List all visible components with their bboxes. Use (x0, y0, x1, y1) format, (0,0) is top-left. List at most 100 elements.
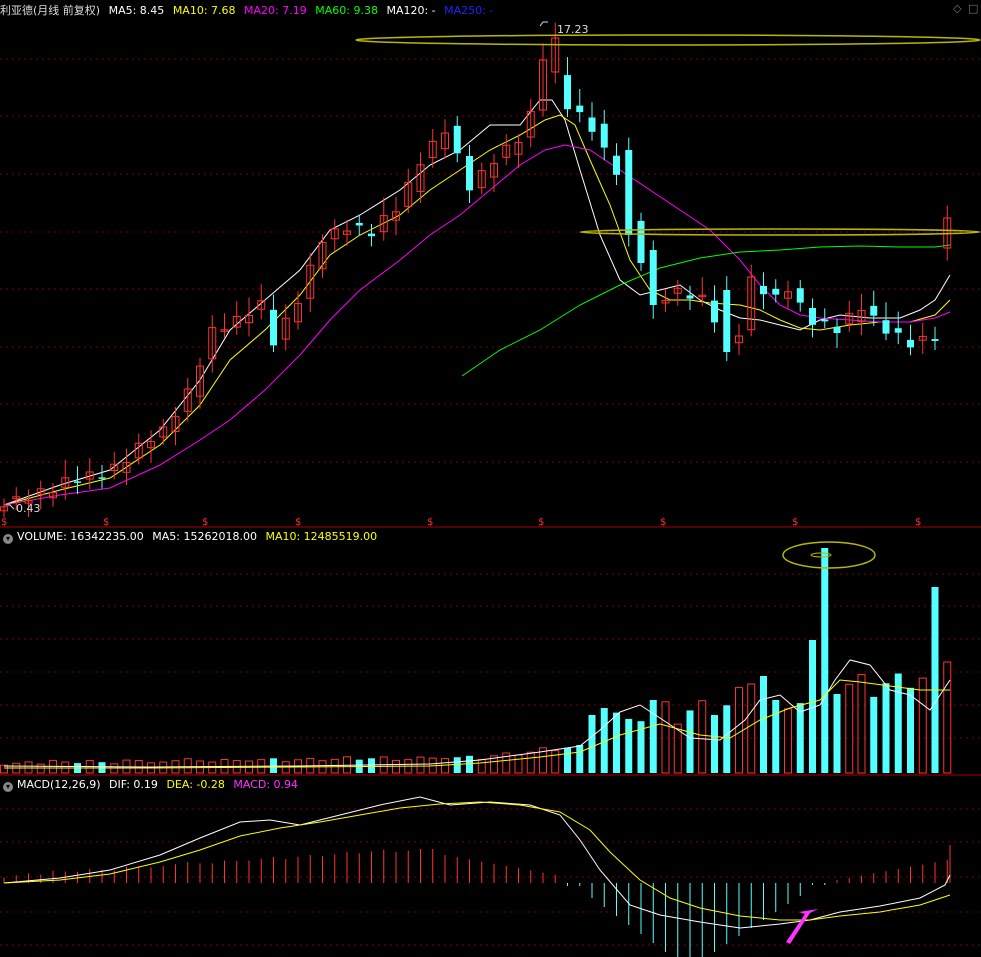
event-marker: $ (792, 517, 798, 528)
volume-bar (918, 677, 927, 774)
volume-bar (870, 696, 878, 773)
candle-body (368, 233, 375, 237)
volume-bar (931, 587, 939, 773)
dif-label: DIF: 0.19 (109, 778, 158, 791)
volume-bar (453, 757, 461, 773)
event-marker: $ (660, 517, 666, 528)
event-marker: $ (103, 517, 109, 528)
volume-ma5-label: MA5: 15262018.00 (152, 530, 257, 543)
candle-body (453, 125, 461, 154)
volume-bar (613, 712, 620, 773)
chart-grid (0, 58, 981, 946)
volume-bar (36, 763, 45, 774)
candle-body (588, 117, 596, 132)
volume-bar (330, 758, 339, 774)
macd-panel-header: ▾ MACD(12,26,9) DIF: 0.19 DEA: -0.28 MACD… (0, 777, 303, 793)
candle-body (870, 305, 878, 316)
volume-bar (564, 747, 571, 773)
volume-bar (686, 710, 694, 773)
volume-bar (576, 745, 584, 773)
volume-bar (441, 758, 449, 774)
volume-bar (24, 761, 33, 774)
high-highlight-ellipse (355, 34, 981, 46)
event-marker: $ (538, 517, 544, 528)
candle-body (882, 320, 890, 334)
volume-bar (368, 758, 375, 773)
event-marker: $ (1, 517, 7, 528)
volume-bar (857, 674, 866, 774)
candle-body (760, 286, 767, 295)
high-leader-line (539, 21, 548, 27)
diamond-icon[interactable]: ◇ (953, 3, 961, 15)
candle-body (772, 288, 780, 295)
candle-body (576, 105, 584, 113)
volume-ma10-line (4, 679, 950, 769)
candle-body (711, 300, 718, 323)
candle-body (270, 309, 277, 346)
volume-bar (845, 683, 854, 774)
candle-body (796, 288, 804, 303)
candle-body (625, 150, 633, 235)
macd-label: MACD: 0.94 (233, 778, 299, 791)
ma5-line (3, 99, 951, 506)
event-marker: $ (295, 517, 301, 528)
volume-panel-header: ▾ VOLUME: 16342235.00 MA5: 15262018.00 MA… (0, 529, 382, 545)
high-price-label: 17.23 (557, 23, 589, 36)
volume-bar (735, 687, 743, 774)
candle-body (894, 328, 902, 333)
macd-settings-icon[interactable]: ▾ (3, 782, 13, 792)
event-marker: $ (202, 517, 208, 528)
ma250-label: MA250: - (444, 4, 494, 17)
volume-bars[interactable] (0, 548, 952, 774)
ma20-label: MA20: 7.19 (244, 4, 307, 17)
candle-body (355, 222, 363, 226)
volume-bar (943, 661, 952, 774)
volume-bar (907, 687, 914, 773)
chart-title[interactable]: 利亚德(月线 前复权) (0, 4, 100, 17)
volume-ma5-line (3, 659, 951, 768)
volume-bar (477, 758, 486, 774)
macd-lines (3, 796, 951, 929)
stock-chart-canvas[interactable]: $ $ $ $ $ $ $ $ $ 17.23 0.43 (0, 0, 981, 957)
ma5-label: MA5: 8.45 (108, 4, 165, 17)
candle-body (907, 339, 914, 348)
dea-line (3, 801, 951, 921)
volume-bar (821, 548, 829, 773)
volume-bar (894, 673, 902, 773)
volume-ma10-label: MA10: 12485519.00 (265, 530, 378, 543)
volume-bar (698, 700, 707, 774)
macd-histogram[interactable] (3, 845, 951, 957)
volume-bar (183, 758, 192, 774)
candle-body (600, 123, 608, 148)
volume-bar (882, 683, 890, 773)
event-markers: $ $ $ $ $ $ $ $ $ (1, 517, 921, 528)
candle-body (821, 319, 829, 322)
volume-bar (747, 683, 756, 774)
candle-body (637, 220, 645, 263)
square-icon[interactable]: □ (968, 3, 978, 15)
ma10-label: MA10: 7.68 (172, 4, 236, 17)
candle-body (466, 156, 473, 191)
volume-bar (784, 708, 792, 774)
volume-bar (526, 751, 535, 774)
volume-bar (649, 700, 657, 773)
volume-settings-icon[interactable]: ▾ (3, 534, 13, 544)
event-marker: $ (427, 517, 433, 528)
macd-title-label: MACD(12,26,9) (17, 778, 101, 791)
volume-bar (772, 700, 780, 773)
ma60-label: MA60: 9.38 (315, 4, 378, 17)
volume-bar (796, 703, 804, 773)
ma20-line (3, 144, 951, 506)
pink-arrow-icon (786, 909, 818, 944)
volume-bar (625, 718, 633, 773)
volume-bar (270, 758, 277, 773)
low-price-label: 0.43 (16, 502, 41, 515)
dif-line (3, 796, 951, 929)
volume-bar (551, 750, 560, 774)
volume-bar (416, 756, 425, 774)
volume-bar (723, 705, 731, 773)
candle-body (74, 481, 81, 483)
volume-ma-lines (3, 659, 951, 769)
volume-highlight-ellipse (782, 541, 876, 569)
candle-body (833, 326, 841, 333)
